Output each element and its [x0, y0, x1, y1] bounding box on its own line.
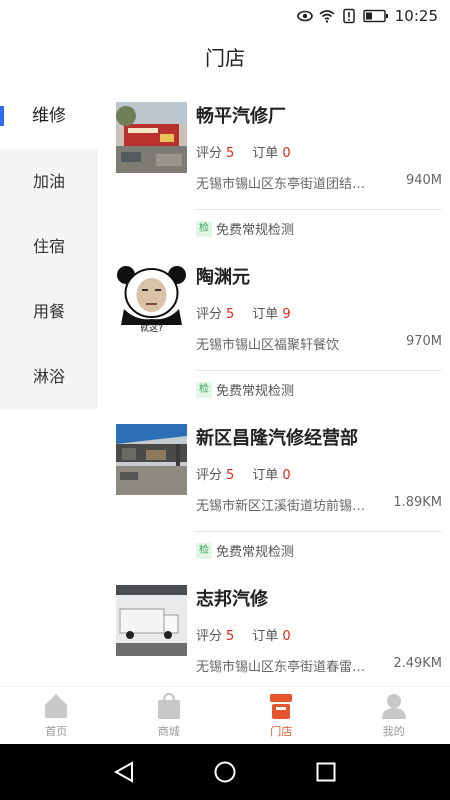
wifi-icon — [319, 10, 335, 23]
rating-value: 5 — [226, 468, 235, 483]
shop-name: 畅平汽修厂 — [196, 106, 286, 127]
shop-distance: 940M — [405, 173, 442, 188]
shop-photo-image — [116, 102, 187, 173]
shop-stats: 评分 5 订单 9 — [196, 303, 291, 322]
shop-thumbnail — [116, 585, 187, 656]
tab-label: 门店 — [270, 725, 293, 738]
service-row: 检 免费常规检测 — [196, 219, 294, 238]
shop-photo-image — [116, 585, 187, 656]
status-bar: 10:25 — [0, 0, 450, 32]
tab-store[interactable]: 门店 — [225, 687, 338, 744]
sidebar-item-label: 用餐 — [32, 302, 65, 321]
recents-icon[interactable] — [314, 760, 338, 784]
orders-label: 订单 — [252, 468, 279, 483]
battery-icon — [363, 9, 388, 23]
category-sidebar: 维修 加油 住宿 用餐 淋浴 — [0, 84, 98, 409]
rating-value: 5 — [226, 307, 235, 322]
sidebar-item-label: 维修 — [32, 106, 66, 126]
rating-value: 5 — [226, 629, 235, 644]
orders-value: 0 — [282, 468, 291, 483]
rating-label: 评分 — [196, 146, 223, 161]
orders-label: 订单 — [252, 629, 279, 644]
home-button-icon[interactable] — [213, 760, 237, 784]
tab-mall[interactable]: 商城 — [113, 687, 226, 744]
shop-name: 新区昌隆汽修经营部 — [196, 428, 358, 449]
shopping-bag-icon — [157, 692, 180, 719]
shop-card[interactable]: 就这? 陶渊元 评分 5 订单 9 无锡市锡山区福聚轩餐饮 970M 检 免费常规检测 — [116, 257, 442, 418]
service-row: 检 免费常规检测 — [196, 380, 294, 399]
rating-label: 评分 — [196, 307, 223, 322]
sidebar-item-label: 加油 — [32, 172, 65, 191]
page-header: 门店 — [0, 32, 450, 84]
service-label: 免费常规检测 — [216, 223, 295, 238]
rating-label: 评分 — [196, 468, 223, 483]
shop-thumbnail — [116, 102, 187, 173]
orders-value: 0 — [282, 629, 291, 644]
orders-value: 9 — [282, 307, 291, 322]
tab-label: 我的 — [382, 725, 405, 738]
thumbnail-caption: 就这? — [140, 324, 163, 334]
home-icon — [45, 694, 68, 718]
shop-distance: 2.49KM — [393, 656, 442, 671]
back-icon[interactable] — [112, 760, 136, 784]
shop-stats: 评分 5 订单 0 — [196, 142, 291, 161]
orders-label: 订单 — [252, 307, 279, 322]
tab-mine[interactable]: 我的 — [338, 687, 450, 744]
active-indicator — [0, 106, 4, 126]
eye-icon — [296, 10, 313, 22]
sidebar-item-shower[interactable]: 淋浴 — [0, 344, 98, 409]
tab-label: 首页 — [45, 725, 68, 738]
status-time: 10:25 — [394, 7, 438, 25]
divider — [196, 209, 442, 210]
shop-list: 畅平汽修厂 评分 5 订单 0 无锡市锡山区东亭街道团结… 940M 检 免费常规检测 — [116, 96, 442, 679]
sidebar-item-label: 住宿 — [32, 237, 65, 256]
rating-value: 5 — [226, 146, 235, 161]
service-label: 免费常规检测 — [216, 384, 295, 399]
alert-icon — [343, 8, 355, 24]
shop-distance: 970M — [405, 334, 442, 349]
shop-thumbnail — [116, 424, 187, 495]
sidebar-item-repair[interactable]: 维修 — [0, 84, 98, 149]
shop-address: 无锡市锡山区福聚轩餐饮 — [196, 338, 340, 353]
tab-label: 商城 — [157, 725, 180, 738]
shop-card[interactable]: 新区昌隆汽修经营部 评分 5 订单 0 无锡市新区江溪街道坊前锡… 1.89KM 检 … — [116, 418, 442, 579]
bottom-tab-bar: 首页 商城 门店 我的 — [0, 686, 450, 744]
status-icons: 10:25 — [296, 6, 438, 26]
store-icon — [270, 694, 293, 719]
shop-stats: 评分 5 订单 0 — [196, 625, 291, 644]
sidebar-item-dining[interactable]: 用餐 — [0, 279, 98, 344]
shop-photo-image — [116, 424, 187, 495]
shop-distance: 1.89KM — [393, 495, 442, 510]
service-row: 检 免费常规检测 — [196, 541, 294, 560]
shop-name: 陶渊元 — [196, 267, 250, 288]
user-icon — [381, 694, 406, 719]
orders-value: 0 — [282, 146, 291, 161]
app-screen: 10:25 门店 维修 加油 住宿 用餐 淋浴 畅平汽修厂 评分 5 订单 0 … — [0, 0, 450, 800]
sidebar-item-lodging[interactable]: 住宿 — [0, 214, 98, 279]
shop-name: 志邦汽修 — [196, 589, 268, 610]
sidebar-item-label: 淋浴 — [32, 367, 65, 386]
system-nav-bar — [0, 744, 450, 800]
tab-home[interactable]: 首页 — [0, 687, 113, 744]
shop-thumbnail: 就这? — [116, 263, 187, 334]
inspection-badge: 检 — [196, 381, 212, 398]
shop-address: 无锡市新区江溪街道坊前锡… — [196, 499, 366, 514]
shop-card[interactable]: 畅平汽修厂 评分 5 订单 0 无锡市锡山区东亭街道团结… 940M 检 免费常规检测 — [116, 96, 442, 257]
orders-label: 订单 — [252, 146, 279, 161]
shop-address: 无锡市锡山区东亭街道团结… — [196, 177, 366, 192]
service-label: 免费常规检测 — [216, 545, 295, 560]
shop-address: 无锡市锡山区东亭街道春雷… — [196, 660, 366, 675]
sidebar-item-fuel[interactable]: 加油 — [0, 149, 98, 214]
divider — [196, 531, 442, 532]
page-title: 门店 — [205, 46, 245, 70]
inspection-badge: 检 — [196, 220, 212, 237]
inspection-badge: 检 — [196, 542, 212, 559]
shop-stats: 评分 5 订单 0 — [196, 464, 291, 483]
divider — [196, 370, 442, 371]
rating-label: 评分 — [196, 629, 223, 644]
shop-card[interactable]: 志邦汽修 评分 5 订单 0 无锡市锡山区东亭街道春雷… 2.49KM — [116, 579, 442, 679]
